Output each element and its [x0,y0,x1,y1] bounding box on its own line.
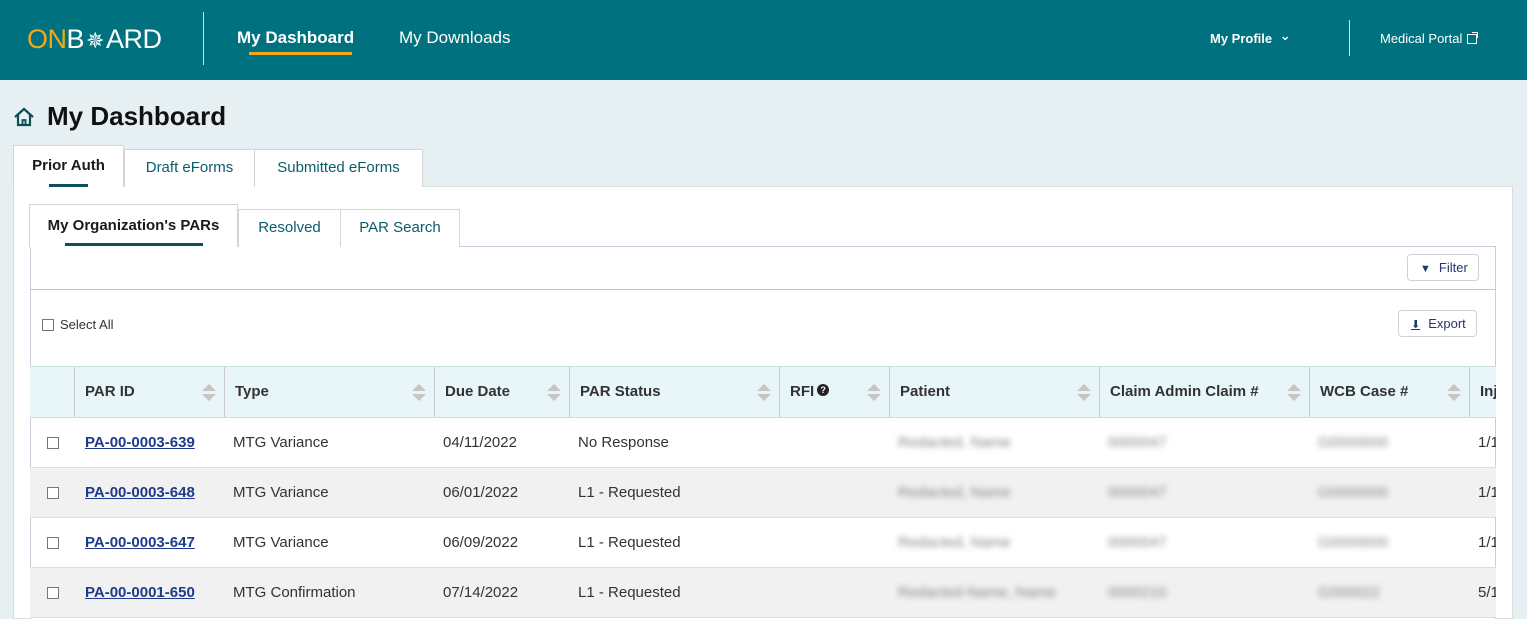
due-date-cell: 06/09/2022 [443,534,519,551]
due-date-cell: 06/01/2022 [443,484,519,501]
export-button[interactable]: ⬇ Export [1398,310,1477,337]
th-claim-admin-claim[interactable]: Claim Admin Claim # [1099,367,1309,417]
onboard-logo[interactable]: ONB✵ARD [27,24,162,56]
injury-date-cell: 1/1 [1478,484,1496,501]
par-id-link[interactable]: PA-00-0003-648 [85,468,195,517]
subtab-resolved[interactable]: Resolved [238,209,341,247]
status-cell: L1 - Requested [578,534,681,551]
claim-cell: 0000047 [1108,484,1167,501]
select-all-checkbox[interactable]: Select All [42,317,113,332]
th-patient[interactable]: Patient [889,367,1099,417]
filter-funnel-icon: ▼ [1420,263,1431,275]
row-checkbox[interactable] [47,437,59,449]
sort-icon[interactable] [1077,384,1091,402]
nav-active-underline [249,52,352,55]
th-select [30,367,75,417]
par-id-link[interactable]: PA-00-0003-647 [85,518,195,567]
th-par-status[interactable]: PAR Status [569,367,779,417]
filter-button[interactable]: ▼ Filter [1407,254,1479,281]
chevron-down-icon: ⌄ [1279,28,1291,43]
external-link-icon [1467,32,1479,44]
table-row: PA-00-0001-650 MTG Confirmation 07/14/20… [30,568,1496,618]
subtab-my-org-pars[interactable]: My Organization's PARs [29,204,238,247]
row-checkbox[interactable] [47,587,59,599]
subtab-par-search[interactable]: PAR Search [340,209,460,247]
th-wcb-case[interactable]: WCB Case # [1309,367,1469,417]
help-question-icon[interactable]: ? [817,384,830,396]
status-cell: No Response [578,434,669,451]
nav-divider [1349,20,1350,56]
due-date-cell: 04/11/2022 [443,434,517,451]
claim-cell: 0000047 [1108,434,1167,451]
patient-cell: Redacted, Name [898,434,1011,451]
type-cell: MTG Variance [233,484,329,501]
th-rfi[interactable]: RFI? [779,367,889,417]
th-par-id[interactable]: PAR ID [74,367,224,417]
compass-star-icon: ✵ [86,28,104,53]
download-icon: ⬇ [1411,319,1421,331]
patient-cell: Redacted, Name [898,534,1011,551]
tab-submitted-eforms[interactable]: Submitted eForms [254,149,423,187]
page-title: My Dashboard [47,101,227,131]
nav-my-dashboard[interactable]: My Dashboard [237,27,354,49]
patient-cell: Redacted-Name, Name [898,584,1056,601]
sort-icon[interactable] [202,384,216,402]
row-checkbox[interactable] [47,537,59,549]
type-cell: MTG Variance [233,534,329,551]
status-cell: L1 - Requested [578,584,681,601]
home-icon[interactable] [13,107,35,127]
wcb-case-cell: G0000000 [1318,484,1389,501]
claim-cell: 0000047 [1108,534,1167,551]
sort-icon[interactable] [547,384,561,402]
th-type[interactable]: Type [224,367,434,417]
type-cell: MTG Confirmation [233,584,356,601]
sort-icon[interactable] [412,384,426,402]
table-row: PA-00-0003-639 MTG Variance 04/11/2022 N… [30,418,1496,468]
sort-icon[interactable] [1287,384,1301,402]
sort-icon[interactable] [757,384,771,402]
due-date-cell: 07/14/2022 [443,584,519,601]
par-id-link[interactable]: PA-00-0001-650 [85,568,195,617]
nav-divider [203,12,204,65]
injury-date-cell: 1/1 [1478,534,1496,551]
tab-draft-eforms[interactable]: Draft eForms [124,149,255,187]
table-row: PA-00-0003-648 MTG Variance 06/01/2022 L… [30,468,1496,518]
patient-cell: Redacted, Name [898,484,1011,501]
table-row: PA-00-0003-647 MTG Variance 06/09/2022 L… [30,518,1496,568]
tab-prior-auth[interactable]: Prior Auth [13,145,124,187]
row-checkbox[interactable] [47,487,59,499]
sort-icon[interactable] [867,384,881,402]
wcb-case-cell: G0000000 [1318,534,1389,551]
sort-icon[interactable] [1447,384,1461,402]
injury-date-cell: 5/1 [1478,584,1496,601]
type-cell: MTG Variance [233,434,329,451]
wcb-case-cell: G0000000 [1318,434,1389,451]
nav-my-downloads[interactable]: My Downloads [399,27,511,49]
checkbox[interactable] [42,319,54,331]
injury-date-cell: 1/1 [1478,434,1496,451]
subtab-active-underline [65,243,203,246]
th-due-date[interactable]: Due Date [434,367,569,417]
tab-active-underline [49,184,88,187]
filter-divider [30,289,1496,290]
medical-portal-link[interactable]: Medical Portal [1380,31,1479,46]
table-header: PAR ID Type Due Date PAR Status RFI? Pat… [30,366,1496,418]
claim-cell: 0000210 [1108,584,1167,601]
par-id-link[interactable]: PA-00-0003-639 [85,418,195,467]
my-profile-menu[interactable]: My Profile ⌄ [1210,28,1291,47]
top-nav-bar: ONB✵ARD My Dashboard My Downloads My Pro… [0,0,1527,80]
wcb-case-cell: G000022 [1318,584,1380,601]
th-injury[interactable]: Inj [1469,367,1496,417]
status-cell: L1 - Requested [578,484,681,501]
